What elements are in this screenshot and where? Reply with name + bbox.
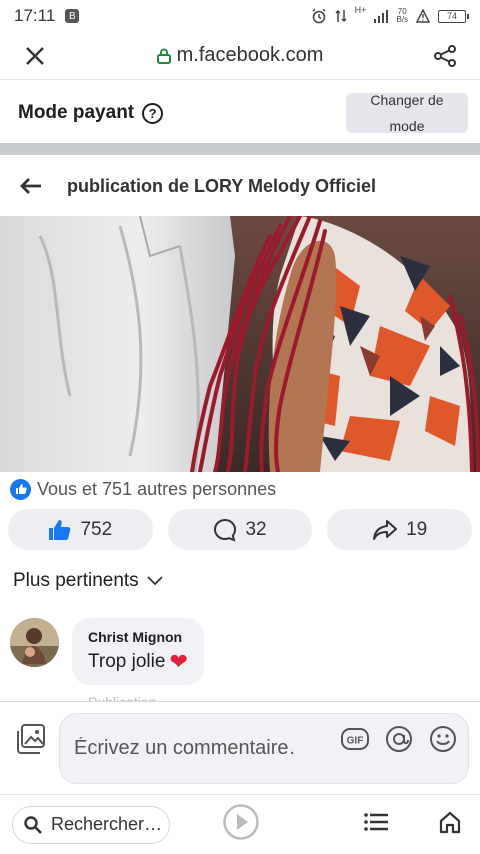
comment-composer: GIF: [0, 701, 480, 793]
home-icon: [439, 811, 461, 834]
like-count: 752: [80, 518, 113, 540]
change-mode-button[interactable]: Changer de mode: [346, 92, 468, 134]
close-icon: [26, 46, 44, 65]
post-header: publication de LORY Melody Officiel: [0, 156, 480, 216]
status-time: 17:11: [14, 6, 56, 25]
add-photo-button[interactable]: [15, 723, 47, 760]
gif-button[interactable]: GIF: [340, 724, 370, 759]
like-button[interactable]: 752: [8, 509, 153, 550]
status-indicators: H+ 70 B/s 74: [311, 5, 469, 24]
page-title: publication de LORY Melody Officiel: [67, 175, 377, 196]
bottom-search-button[interactable]: Rechercher…: [12, 805, 170, 844]
share-button[interactable]: 19: [327, 509, 473, 550]
share-arrow-icon: [373, 519, 398, 540]
close-tab-button[interactable]: [0, 46, 70, 66]
avatar[interactable]: [10, 618, 59, 667]
net-speed: 70 B/s: [396, 7, 408, 24]
bottom-search-label: Rechercher…: [51, 814, 163, 834]
browser-bottom-bar: Rechercher…: [0, 794, 480, 854]
url-display[interactable]: m.facebook.com: [70, 44, 410, 67]
search-icon: [24, 815, 42, 834]
comment-text: Trop jolie ❤: [88, 649, 188, 674]
app-notification-icon: B: [65, 9, 80, 23]
share-icon: [434, 44, 456, 67]
url-text: m.facebook.com: [176, 44, 324, 66]
mention-button[interactable]: [384, 724, 414, 759]
heart-emoji: ❤: [169, 649, 188, 674]
mode-title: Mode payant: [18, 102, 135, 123]
alarm-icon: [312, 8, 326, 24]
battery-indicator: 74: [438, 9, 469, 23]
comment-bubble[interactable]: Christ Mignon Trop jolie ❤: [72, 618, 204, 685]
comment-author[interactable]: Christ Mignon: [88, 629, 188, 645]
comment-button[interactable]: 32: [167, 509, 313, 550]
emoji-button[interactable]: [428, 724, 458, 759]
comment-count: 32: [245, 518, 267, 540]
menu-button[interactable]: [364, 813, 388, 836]
image-gallery-icon: [17, 724, 45, 754]
comment-input-box[interactable]: GIF: [59, 713, 469, 784]
data-mode-bar: Mode payant ? Changer de mode: [0, 84, 480, 142]
reaction-summary-text: Vous et 751 autres personnes: [37, 478, 277, 499]
browser-url-bar: m.facebook.com: [0, 32, 480, 80]
gif-icon: GIF: [341, 728, 369, 750]
post-photo[interactable]: [0, 216, 480, 472]
back-button[interactable]: [0, 177, 62, 195]
section-divider: [0, 143, 480, 155]
status-bar: 17:11 B H+ 70 B/s 74: [0, 0, 480, 32]
post-actions: 752 32 19: [8, 509, 473, 550]
play-circle-icon: [223, 804, 259, 840]
question-circle-icon[interactable]: ?: [142, 102, 164, 124]
play-button[interactable]: [222, 803, 260, 846]
lock-icon: [156, 48, 171, 64]
sort-label: Plus pertinents: [13, 570, 139, 591]
at-mention-icon: [386, 726, 412, 752]
back-arrow-icon: [20, 178, 41, 194]
post-photo-illustration: [0, 216, 480, 472]
smiley-icon: [430, 726, 456, 752]
warning-icon: [416, 9, 430, 23]
reaction-summary[interactable]: Vous et 751 autres personnes: [10, 477, 276, 501]
comment-sort-dropdown[interactable]: Plus pertinents: [13, 570, 163, 592]
share-count: 19: [406, 518, 428, 540]
home-button[interactable]: [438, 810, 462, 839]
chevron-down-icon: [147, 576, 163, 586]
network-type: H+: [354, 5, 367, 15]
composer-tools: GIF: [340, 724, 458, 759]
share-page-button[interactable]: [410, 44, 480, 68]
comment-input[interactable]: [74, 737, 294, 760]
list-menu-icon: [364, 813, 388, 831]
thumbs-up-icon: [49, 519, 71, 540]
like-reaction-icon: [10, 478, 31, 500]
comment-item: Christ Mignon Trop jolie ❤: [10, 618, 204, 685]
signal-icon: [374, 10, 389, 23]
data-transfer-icon: [335, 9, 347, 23]
comment-bubble-icon: [214, 518, 237, 542]
svg-text:GIF: GIF: [347, 736, 364, 747]
